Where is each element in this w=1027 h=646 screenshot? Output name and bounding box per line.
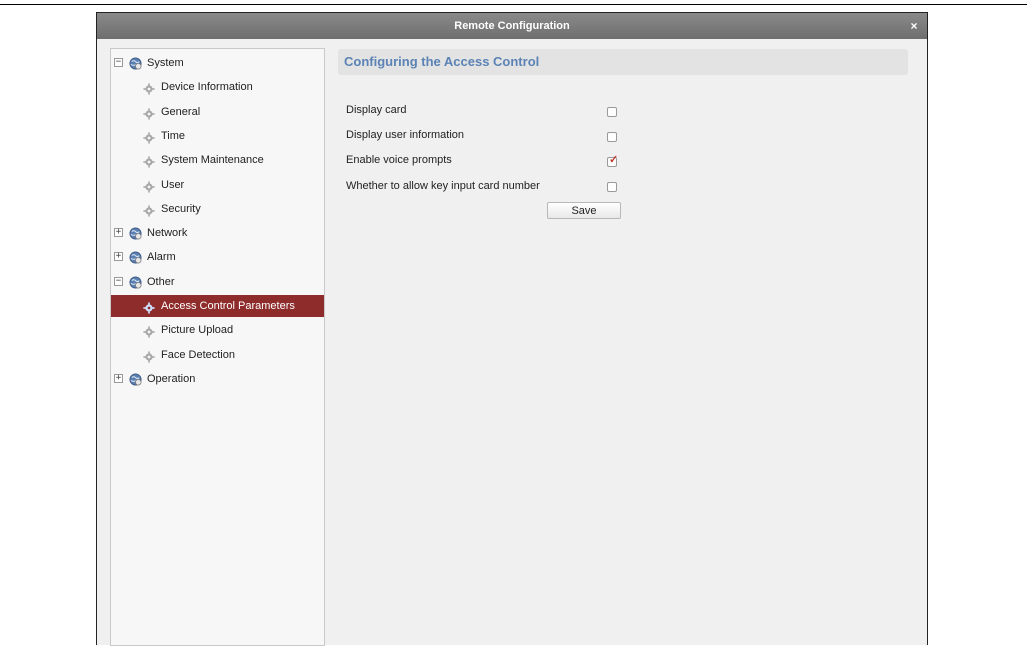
tree-item-label: General	[161, 105, 201, 118]
tree-item-access-control-parameters[interactable]: Access Control Parameters	[111, 295, 324, 317]
option-label-key-input: Whether to allow key input card number	[346, 180, 540, 192]
tree-item-label: System Maintenance	[161, 154, 264, 167]
window-title: Remote Configuration	[454, 20, 570, 32]
globe-icon	[129, 250, 142, 264]
close-icon[interactable]: ×	[907, 13, 921, 39]
tree-item-label: User	[161, 178, 185, 191]
tree-item-alarm[interactable]: + Alarm	[111, 246, 324, 268]
tree-item-security[interactable]: Security	[111, 198, 324, 220]
section-header: Configuring the Access Control	[338, 49, 908, 75]
tree-item-device-information[interactable]: Device Information	[111, 76, 324, 98]
option-label-display-user-info: Display user information	[346, 129, 464, 141]
content-panel: Configuring the Access Control Display c…	[326, 40, 929, 646]
gear-icon	[143, 130, 155, 144]
gear-icon	[143, 106, 155, 120]
tree-item-label: Other	[147, 275, 175, 288]
globe-icon	[129, 275, 142, 289]
tree-item-label: Access Control Parameters	[161, 300, 295, 312]
tree-item-label: Device Information	[161, 81, 253, 94]
expand-icon[interactable]: +	[114, 228, 123, 238]
gear-icon	[143, 179, 155, 193]
enable-voice-prompts-checkbox[interactable]: ✓	[607, 154, 619, 167]
gear-icon	[143, 81, 155, 95]
tree-item-general[interactable]: General	[111, 101, 324, 123]
tree-item-label: System	[147, 57, 184, 69]
tree-item-label: Operation	[147, 372, 196, 385]
window-titlebar[interactable]: Remote Configuration ×	[97, 13, 927, 39]
remote-configuration-window: Remote Configuration × − System Device Inf…	[96, 12, 929, 646]
gear-icon	[143, 154, 155, 168]
tree-item-label: Security	[161, 202, 201, 215]
gear-icon	[143, 203, 155, 217]
globe-icon	[129, 372, 142, 386]
collapse-icon[interactable]: −	[114, 58, 123, 67]
globe-icon	[129, 56, 142, 70]
tree-item-network[interactable]: + Network	[111, 222, 324, 244]
tree-item-system[interactable]: − System	[111, 52, 324, 74]
tree-item-face-detection[interactable]: Face Detection	[111, 344, 324, 366]
allow-key-input-checkbox[interactable]	[607, 182, 617, 192]
page-title: Configuring the Access Control	[344, 54, 540, 69]
gear-icon	[143, 349, 155, 363]
tree-item-label: Alarm	[147, 251, 176, 264]
page-top-rule	[0, 4, 1027, 5]
tree-item-user[interactable]: User	[111, 174, 324, 196]
collapse-icon[interactable]: −	[114, 276, 123, 286]
expand-icon[interactable]: +	[114, 252, 123, 262]
globe-icon	[129, 226, 142, 240]
gear-icon	[143, 300, 155, 314]
display-user-information-checkbox[interactable]	[607, 132, 617, 142]
option-label-voice-prompts: Enable voice prompts	[346, 154, 452, 166]
tree-item-time[interactable]: Time	[111, 125, 324, 147]
config-tree: − System Device Information General Time Syst…	[110, 48, 325, 646]
option-label-display-card: Display card	[346, 104, 407, 116]
tree-item-picture-upload[interactable]: Picture Upload	[111, 319, 324, 341]
tree-item-label: Network	[147, 227, 188, 240]
gear-icon	[143, 324, 155, 338]
save-button[interactable]: Save	[547, 202, 621, 219]
tree-item-operation[interactable]: + Operation	[111, 368, 324, 390]
tree-item-system-maintenance[interactable]: System Maintenance	[111, 149, 324, 171]
checkmark-icon: ✓	[609, 154, 619, 166]
tree-item-other[interactable]: − Other	[111, 271, 324, 293]
tree-item-label: Picture Upload	[161, 324, 234, 337]
tree-item-label: Face Detection	[161, 348, 235, 361]
expand-icon[interactable]: +	[114, 373, 123, 383]
display-card-checkbox[interactable]	[607, 107, 617, 117]
tree-item-label: Time	[161, 129, 186, 142]
